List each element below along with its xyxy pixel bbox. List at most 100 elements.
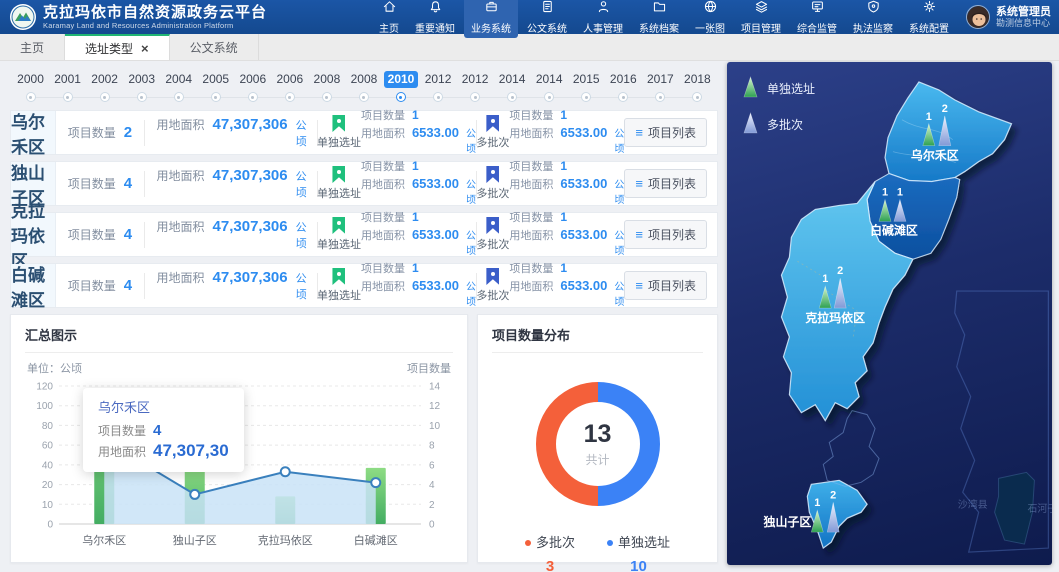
project-list-button[interactable]: ≡项目列表	[624, 118, 707, 147]
map-legend-single[interactable]: 单独选址	[743, 76, 815, 101]
bell-icon	[428, 0, 443, 19]
right-tick: 12	[429, 401, 441, 412]
nav-label: 业务系统	[471, 20, 511, 35]
user-info[interactable]: 系统管理员 勘测信息中心	[966, 5, 1051, 29]
area-label: 用地面积	[157, 269, 205, 286]
area-label: 用地面积	[157, 167, 205, 184]
project-list-button[interactable]: ≡项目列表	[624, 169, 707, 198]
multi-batch-label: 多批次	[476, 134, 509, 150]
multi-batch-ribbon-icon	[486, 115, 499, 132]
timeline-year-2003[interactable]: 2003	[123, 65, 160, 105]
tooltip-title: 乌尔禾区	[98, 397, 229, 416]
timeline-year-2002[interactable]: 2002	[86, 65, 123, 105]
line-point-克拉玛依区[interactable]	[281, 467, 290, 476]
legend-item-single[interactable]: 单独选址 10	[607, 532, 670, 572]
year-label: 2006	[235, 71, 270, 88]
summary-chart-panel: 汇总图示 单位：公顷 项目数量 001022044066088010100121…	[10, 314, 468, 563]
project-list-button[interactable]: ≡项目列表	[624, 220, 707, 249]
nav-item-gear[interactable]: 系统配置	[902, 0, 956, 38]
donut-total: 13	[584, 420, 612, 449]
map-panel: 单独选址多批次	[727, 62, 1052, 565]
close-tab-icon[interactable]: ×	[141, 42, 149, 55]
donut-chart: 13 共计	[523, 369, 673, 519]
map-legend-label: 多批次	[767, 116, 803, 133]
left-tick: 120	[36, 382, 53, 393]
line-point-独山子区[interactable]	[190, 490, 199, 499]
timeline-year-2000[interactable]: 2000	[12, 65, 49, 105]
timeline-year-2016[interactable]: 2016	[605, 65, 642, 105]
left-tick: 0	[47, 520, 53, 531]
line-point-白碱滩区[interactable]	[371, 478, 380, 487]
timeline-year-2012[interactable]: 2012	[457, 65, 494, 105]
right-tick: 0	[429, 520, 435, 531]
area-unit: 公顷	[296, 168, 307, 200]
multi-count-value: 1	[560, 108, 567, 123]
timeline-year-2015[interactable]: 2015	[568, 65, 605, 105]
year-dot	[137, 92, 147, 102]
right-tick: 4	[429, 480, 435, 491]
nav-item-layers[interactable]: 项目管理	[734, 0, 788, 38]
year-dot	[322, 92, 332, 102]
timeline-year-2005[interactable]: 2005	[197, 65, 234, 105]
district-row-1: 乌尔禾区项目数量2用地面积47,307,306公顷单独选址项目数量1用地面积65…	[10, 110, 718, 155]
single-site-label: 单独选址	[317, 287, 361, 303]
timeline-year-2012[interactable]: 2012	[420, 65, 457, 105]
map-legend-multi[interactable]: 多批次	[743, 112, 815, 137]
left-tick: 60	[42, 441, 54, 452]
multi-batch-label: 多批次	[476, 287, 509, 303]
single-count-value: 1	[412, 210, 419, 225]
timeline-year-2010-selected[interactable]: 2010	[382, 65, 419, 105]
left-axis-unit: 单位：公顷	[27, 360, 82, 376]
timeline-year-2014[interactable]: 2014	[494, 65, 531, 105]
nav-item-monitor[interactable]: 综合监管	[790, 0, 844, 38]
distribution-title: 项目数量分布	[492, 325, 703, 353]
app-subtitle: Karamay Land and Resources Administratio…	[43, 21, 267, 30]
tab-3[interactable]: 公文系统	[170, 34, 259, 60]
year-dot	[433, 92, 443, 102]
timeline-year-2004[interactable]: 2004	[160, 65, 197, 105]
single-site-label: 单独选址	[317, 236, 361, 252]
tooltip-count-label: 项目数量	[98, 421, 146, 441]
single-area-value: 6533.00	[412, 227, 459, 242]
legend-dot-multi	[525, 540, 531, 546]
timeline-year-2017[interactable]: 2017	[642, 65, 679, 105]
multi-count-value: 1	[560, 261, 567, 276]
year-label: 2018	[680, 71, 715, 88]
nav-item-folder[interactable]: 系统档案	[632, 0, 686, 38]
district-name: 白碱滩区	[11, 264, 56, 307]
nav-item-document[interactable]: 公文系统	[520, 0, 574, 38]
timeline-year-2006[interactable]: 2006	[271, 65, 308, 105]
timeline-year-2008[interactable]: 2008	[345, 65, 382, 105]
area-label: 用地面积	[157, 218, 205, 235]
nav-label: 主页	[379, 20, 399, 35]
single-count-value: 1	[412, 261, 419, 276]
legend-item-multi[interactable]: 多批次 3	[525, 532, 575, 572]
nav-item-briefcase[interactable]: 业务系统	[464, 0, 518, 38]
year-label: 2015	[569, 71, 604, 88]
year-label: 2000	[13, 71, 48, 88]
year-dot	[285, 92, 295, 102]
map-cone-count: 1	[926, 111, 932, 123]
nav-item-shield[interactable]: 执法监察	[846, 0, 900, 38]
year-label: 2017	[643, 71, 678, 88]
multi-area-value: 6533.00	[560, 278, 607, 293]
timeline-year-2014[interactable]: 2014	[531, 65, 568, 105]
project-list-button[interactable]: ≡项目列表	[624, 271, 707, 300]
tab-label: 主页	[20, 39, 44, 56]
nav-item-bell[interactable]: 重要通知	[408, 0, 462, 38]
tab-1[interactable]: 主页	[0, 34, 65, 60]
timeline-year-2006[interactable]: 2006	[234, 65, 271, 105]
year-label: 2006	[273, 71, 308, 88]
tab-2[interactable]: 选址类型×	[65, 34, 170, 60]
x-category-label: 白碱滩区	[354, 533, 398, 547]
single-site-ribbon-icon	[332, 268, 345, 285]
timeline-year-2001[interactable]: 2001	[49, 65, 86, 105]
timeline-year-2008[interactable]: 2008	[308, 65, 345, 105]
nav-label: 公文系统	[527, 20, 567, 35]
nav-item-globe[interactable]: 一张图	[688, 0, 732, 38]
nav-item-home[interactable]: 主页	[372, 0, 406, 38]
right-tick: 6	[429, 460, 435, 471]
timeline-year-2018[interactable]: 2018	[679, 65, 716, 105]
nav-item-person[interactable]: 人事管理	[576, 0, 630, 38]
year-label: 2012	[458, 71, 493, 88]
